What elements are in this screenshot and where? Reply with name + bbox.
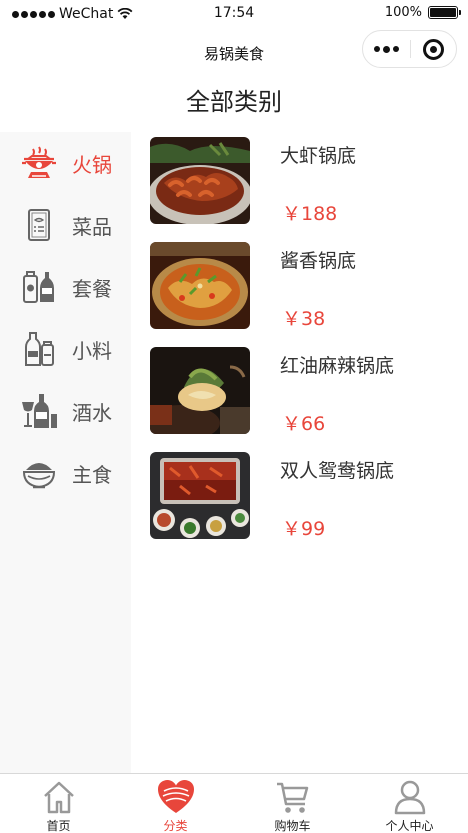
- tab-category[interactable]: 分类: [117, 774, 234, 833]
- sidebar-item-label: 火锅: [72, 152, 112, 177]
- sidebar-item-label: 小料: [72, 338, 112, 363]
- product-price: ￥66: [282, 413, 326, 435]
- product-image[interactable]: [150, 452, 250, 539]
- close-target-icon: [423, 38, 444, 60]
- hotpot-icon: [19, 144, 59, 182]
- product-item-spicy[interactable]: 红油麻辣锅底 ￥66: [150, 347, 450, 437]
- page-title: 全部类别: [186, 88, 282, 116]
- category-sidebar: 火锅 菜品 套餐 小料 酒水 主食: [0, 132, 131, 773]
- user-icon: [351, 779, 468, 815]
- category-heart-icon: [117, 779, 234, 815]
- sidebar-item-condiments[interactable]: 小料: [0, 318, 131, 380]
- tab-bar: 首页 分类 购物车 个人中心: [0, 773, 468, 833]
- product-price: ￥99: [282, 518, 326, 540]
- tab-cart[interactable]: 购物车: [234, 774, 351, 833]
- product-item-yuanyang[interactable]: 双人鸳鸯锅底 ￥99: [150, 452, 450, 542]
- set-meal-icon: [19, 268, 59, 306]
- home-icon: [0, 779, 117, 815]
- cart-icon: [234, 779, 351, 815]
- product-image[interactable]: [150, 347, 250, 434]
- drinks-icon: [19, 392, 59, 430]
- tab-label: 分类: [163, 819, 188, 833]
- product-price: ￥188: [282, 203, 338, 225]
- sidebar-item-dishes[interactable]: 菜品: [0, 194, 131, 256]
- rice-bowl-icon: [19, 454, 59, 492]
- close-button[interactable]: [411, 31, 456, 67]
- sidebar-item-label: 套餐: [72, 276, 112, 301]
- tab-home[interactable]: 首页: [0, 774, 117, 833]
- product-name: 红油麻辣锅底: [280, 355, 395, 377]
- sidebar-item-staple[interactable]: 主食: [0, 442, 131, 504]
- sidebar-item-hotpot[interactable]: 火锅: [0, 132, 131, 194]
- tab-label: 购物车: [274, 819, 311, 833]
- menu-card-icon: [19, 206, 59, 244]
- battery-fill: [430, 8, 456, 17]
- product-item-shrimp[interactable]: 大虾锅底 ￥188: [150, 137, 450, 227]
- product-name: 双人鸳鸯锅底: [280, 460, 395, 482]
- battery-icon: [428, 6, 461, 19]
- status-bar: WeChat 17:54 100%: [0, 0, 468, 28]
- product-name: 酱香锅底: [280, 250, 357, 272]
- product-image[interactable]: [150, 242, 250, 329]
- sidebar-item-label: 酒水: [72, 400, 112, 425]
- tab-label: 个人中心: [385, 819, 434, 833]
- sidebar-item-set-meal[interactable]: 套餐: [0, 256, 131, 318]
- tab-profile[interactable]: 个人中心: [351, 774, 468, 833]
- sidebar-item-label: 主食: [72, 462, 112, 487]
- condiment-icon: [19, 330, 59, 368]
- product-image[interactable]: [150, 137, 250, 224]
- product-price: ￥38: [282, 308, 326, 330]
- battery-percent: 100%: [384, 5, 422, 20]
- sidebar-item-label: 菜品: [72, 214, 112, 239]
- sidebar-item-drinks[interactable]: 酒水: [0, 380, 131, 442]
- mini-program-capsule: [362, 30, 457, 68]
- product-name: 大虾锅底: [280, 145, 357, 167]
- status-right: 100%: [384, 5, 461, 20]
- more-button[interactable]: [363, 31, 410, 67]
- product-item-sauce[interactable]: 酱香锅底 ￥38: [150, 242, 450, 332]
- tab-label: 首页: [46, 819, 71, 833]
